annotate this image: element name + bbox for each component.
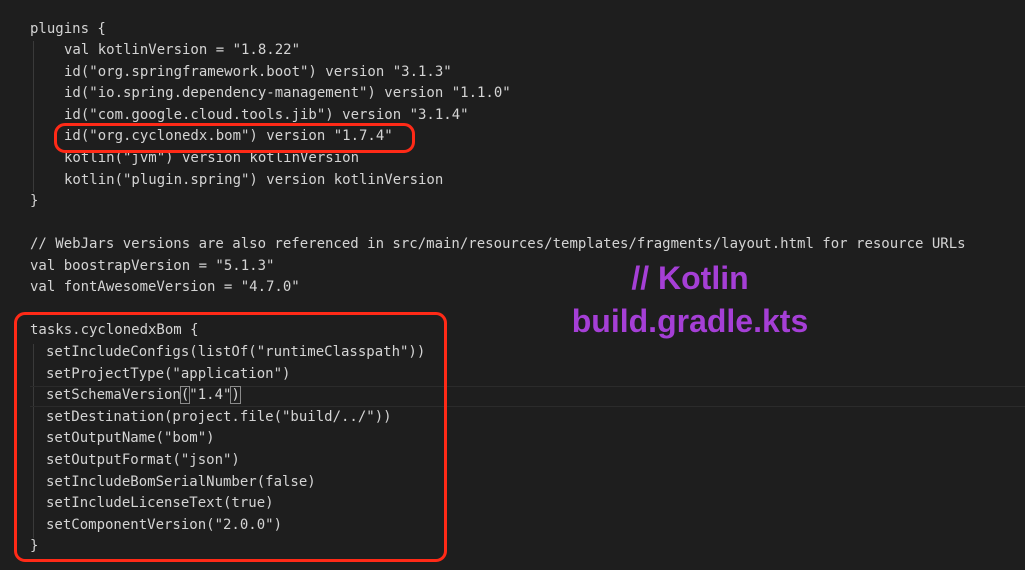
code-editor[interactable]: plugins { val kotlinVersion = "1.8.22" i… xyxy=(0,0,1025,570)
code-comment: // WebJars versions are also referenced … xyxy=(30,236,966,252)
code-line: id("io.spring.dependency-management") ve… xyxy=(64,85,511,101)
annotation-kotlin: // Kotlin xyxy=(631,260,749,296)
code-line: val fontAwesomeVersion = "4.7.0" xyxy=(30,279,300,295)
code-line: id("org.springframework.boot") version "… xyxy=(64,64,452,80)
indent-guide-plugins xyxy=(33,41,34,192)
annotation-filename: build.gradle.kts xyxy=(571,303,809,339)
code-line: val kotlinVersion = "1.8.22" xyxy=(64,42,301,58)
code-line: } xyxy=(30,193,39,209)
code-line: val boostrapVersion = "5.1.3" xyxy=(30,258,275,274)
code-line: plugins { xyxy=(30,21,106,37)
code-line: kotlin("plugin.spring") version kotlinVe… xyxy=(64,172,444,188)
highlight-box-cyclonedx-plugin xyxy=(54,123,415,153)
highlight-box-cyclonedx-task xyxy=(14,312,447,562)
